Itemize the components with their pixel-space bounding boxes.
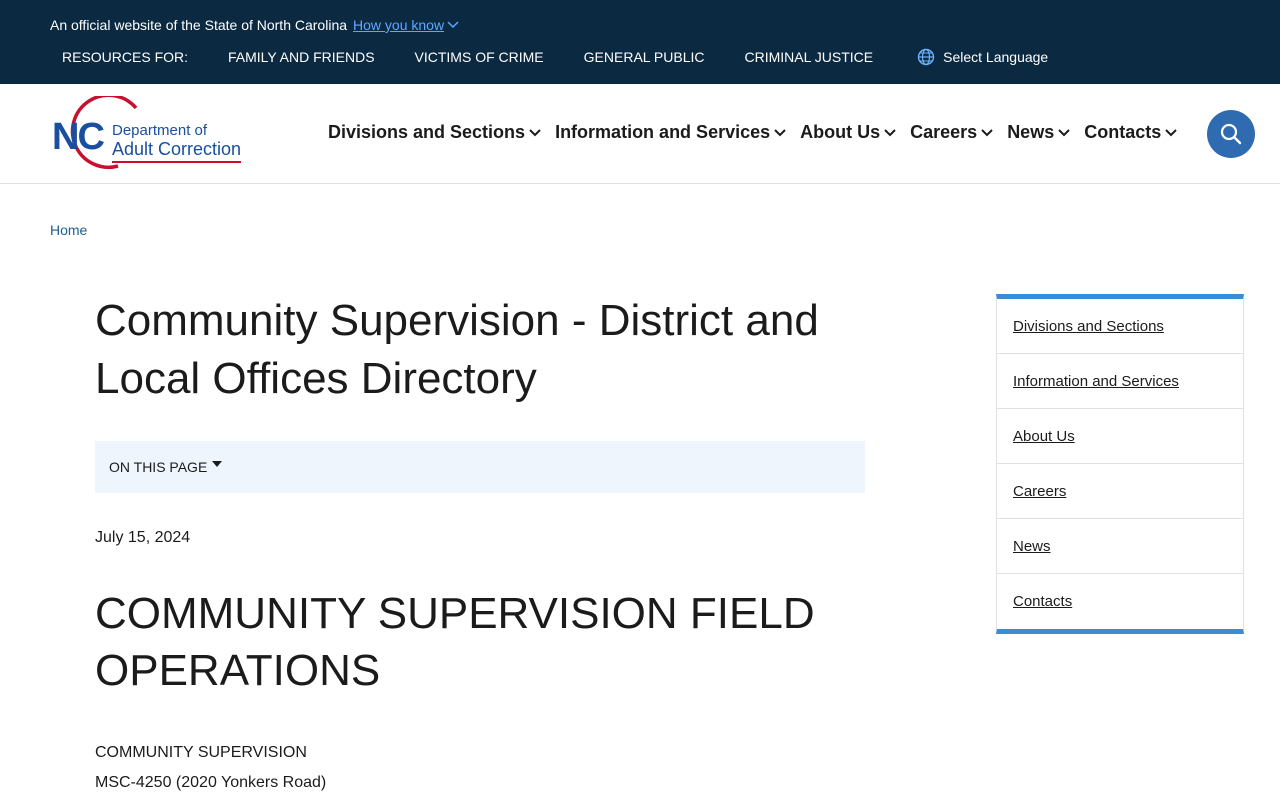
nav-contacts[interactable]: Contacts	[1084, 122, 1177, 143]
sidenav-careers[interactable]: Careers	[997, 464, 1243, 519]
nav-label: About Us	[800, 122, 881, 142]
language-label: Select Language	[943, 49, 1049, 65]
language-selector[interactable]: Select Language	[917, 48, 1048, 66]
caret-down-icon	[212, 461, 223, 467]
official-site-notice: An official website of the State of Nort…	[50, 17, 459, 33]
nav-label: Information and Services	[555, 122, 771, 142]
side-navigation: Divisions and Sections Information and S…	[996, 294, 1244, 634]
resource-victims-of-crime[interactable]: VICTIMS OF CRIME	[415, 49, 544, 65]
chevron-down-icon	[774, 128, 786, 136]
gov-banner: An official website of the State of Nort…	[0, 0, 1280, 84]
logo-agency-text: Adult Correction	[112, 139, 242, 163]
globe-icon	[917, 48, 935, 66]
sidenav-divisions-and-sections[interactable]: Divisions and Sections	[997, 299, 1243, 354]
how-you-know-label: How you know	[353, 17, 445, 33]
logo-department-text: Department of	[112, 122, 208, 139]
search-icon	[1220, 123, 1242, 145]
resource-criminal-justice[interactable]: CRIMINAL JUSTICE	[745, 49, 874, 65]
sidenav-about-us[interactable]: About Us	[997, 409, 1243, 464]
chevron-down-icon	[1165, 128, 1177, 136]
chevron-down-icon	[884, 128, 896, 136]
resource-general-public[interactable]: GENERAL PUBLIC	[584, 49, 705, 65]
address-line-1: COMMUNITY SUPERVISION	[95, 744, 307, 761]
nav-about-us[interactable]: About Us	[800, 122, 896, 143]
publish-date: July 15, 2024	[95, 529, 191, 546]
breadcrumb-home[interactable]: Home	[50, 222, 87, 238]
nav-information-and-services[interactable]: Information and Services	[555, 122, 786, 143]
address-line-2: MSC-4250 (2020 Yonkers Road)	[95, 774, 327, 791]
nav-label: Careers	[910, 122, 978, 142]
nav-label: Contacts	[1084, 122, 1162, 142]
chevron-down-icon	[981, 128, 993, 136]
chevron-down-icon	[529, 128, 541, 136]
sidenav-news[interactable]: News	[997, 519, 1243, 574]
nav-news[interactable]: News	[1007, 122, 1070, 143]
resources-label: RESOURCES FOR:	[62, 49, 189, 65]
main-navigation: Divisions and Sections Information and S…	[328, 122, 1177, 143]
nav-divisions-and-sections[interactable]: Divisions and Sections	[328, 122, 541, 143]
nav-careers[interactable]: Careers	[910, 122, 993, 143]
search-button[interactable]	[1207, 110, 1255, 158]
sidenav-information-and-services[interactable]: Information and Services	[997, 354, 1243, 409]
main-header: NC Department of Adult Correction Divisi…	[0, 84, 1280, 184]
site-logo[interactable]: NC Department of Adult Correction	[50, 96, 246, 172]
on-this-page-toggle[interactable]: ON THIS PAGE	[95, 441, 865, 493]
on-this-page-label: ON THIS PAGE	[109, 459, 208, 475]
how-you-know-link[interactable]: How you know	[353, 17, 459, 33]
section-heading: COMMUNITY SUPERVISION FIELD OPERATIONS	[95, 589, 815, 695]
nav-label: News	[1007, 122, 1055, 142]
resources-bar: RESOURCES FOR: FAMILY AND FRIENDS VICTIM…	[62, 47, 1048, 67]
official-site-text: An official website of the State of Nort…	[50, 17, 348, 33]
sidenav-contacts[interactable]: Contacts	[997, 574, 1243, 629]
chevron-down-icon	[447, 21, 459, 29]
chevron-down-icon	[1058, 128, 1070, 136]
nav-label: Divisions and Sections	[328, 122, 526, 142]
page-title: Community Supervision - District and Loc…	[95, 296, 819, 403]
resource-family-and-friends[interactable]: FAMILY AND FRIENDS	[228, 49, 375, 65]
logo-nc-text: NC	[52, 116, 105, 158]
